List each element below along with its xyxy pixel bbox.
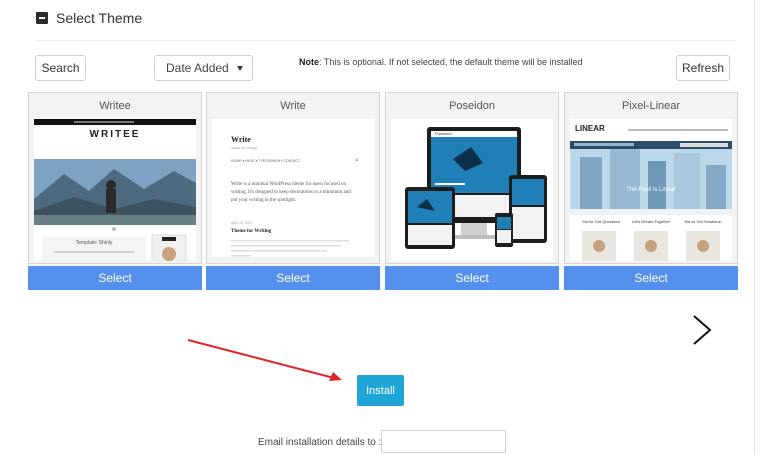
theme-preview-poseidon: Poseidon (391, 119, 553, 261)
theme-name: Writee (99, 100, 131, 112)
theme-name: Poseidon (449, 100, 495, 112)
pixel-linear-col: We've Got Solutions! (684, 219, 722, 224)
theme-name: Pixel-Linear (621, 100, 681, 112)
select-button-poseidon[interactable]: Select (385, 266, 559, 290)
email-input[interactable] (381, 430, 506, 453)
annotation-arrow (187, 339, 342, 381)
pixel-linear-brand: LINEAR (575, 124, 605, 133)
select-button-writee[interactable]: Select (28, 266, 202, 290)
theme-card-writee[interactable]: Writee WRITEE Template: Shinly (28, 92, 202, 264)
poseidon-brand: Poseidon (435, 131, 452, 136)
theme-card-poseidon[interactable]: Poseidon Poseidon (385, 92, 559, 264)
writee-brand: WRITEE (89, 129, 141, 140)
optional-note: Note: This is optional. If not selected,… (299, 57, 582, 67)
section-title: Select Theme (56, 10, 143, 26)
theme-card-pixel-linear[interactable]: Pixel-Linear LINEAR The Pixel is Linear … (564, 92, 738, 264)
install-button[interactable]: Install (357, 375, 404, 406)
select-button-write[interactable]: Select (206, 266, 380, 290)
poseidon-devices-art (405, 127, 547, 249)
section-header[interactable]: Select Theme (36, 10, 142, 26)
right-divider (754, 0, 755, 455)
note-label: Note (299, 57, 319, 67)
writee-caption: Template: Shinly (75, 240, 113, 246)
pixel-linear-col: Let's Dream Together (631, 219, 671, 224)
refresh-button[interactable]: Refresh (676, 55, 730, 81)
email-label: Email installation details to : (258, 437, 382, 448)
note-text: : This is optional. If not selected, the… (319, 57, 583, 67)
select-button-pixel-linear[interactable]: Select (564, 266, 738, 290)
sort-select-value: Date Added (166, 61, 229, 75)
chevron-right-icon[interactable] (690, 314, 714, 346)
theme-preview-pixel-linear: LINEAR The Pixel is Linear You've Got Qu… (570, 119, 732, 261)
theme-name: Write (280, 100, 306, 112)
minus-square-icon[interactable] (36, 12, 48, 24)
pixel-linear-hero: The Pixel is Linear (626, 187, 676, 193)
theme-preview-writee: WRITEE Template: Shinly (34, 119, 196, 261)
sort-select[interactable]: Date Added (154, 55, 253, 81)
header-divider (36, 40, 736, 41)
pixel-linear-col: You've Got Questions (581, 219, 621, 224)
caret-down-icon (237, 66, 243, 71)
theme-card-write[interactable]: Write Write Theme for Writing HOME ▾ PAG… (206, 92, 380, 264)
theme-preview-write: Write Theme for Writing HOME ▾ PAGE ▾ TY… (212, 119, 374, 261)
search-button[interactable]: Search (35, 55, 86, 81)
write-preview-lines (212, 240, 374, 261)
